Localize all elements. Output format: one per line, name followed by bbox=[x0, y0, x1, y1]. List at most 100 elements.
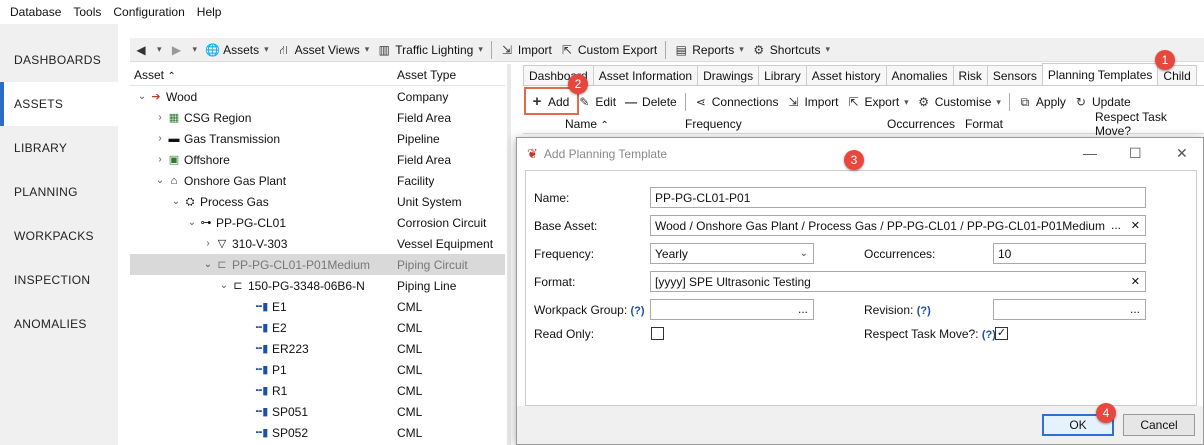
collapse-arrow-icon[interactable]: › bbox=[154, 154, 166, 165]
browse-button[interactable]: ... bbox=[1130, 302, 1140, 316]
sidebar-item-planning[interactable]: PLANNING bbox=[0, 170, 118, 214]
frequency-select[interactable]: Yearly ⌄ bbox=[650, 243, 814, 264]
tab-sensors[interactable]: Sensors bbox=[986, 65, 1043, 85]
shortcuts-label: Shortcuts bbox=[769, 42, 821, 57]
collapse-arrow-icon[interactable]: › bbox=[154, 133, 166, 144]
name-label: Name: bbox=[534, 191, 570, 205]
occurrences-field[interactable]: 10 bbox=[993, 243, 1146, 264]
expand-arrow-icon[interactable]: ⌄ bbox=[136, 91, 148, 102]
shortcuts-button[interactable]: ⚙ Shortcuts ▾ bbox=[748, 39, 834, 61]
sidebar-item-dashboards[interactable]: DASHBOARDS bbox=[0, 38, 118, 82]
sidebar-item-inspection[interactable]: INSPECTION bbox=[0, 258, 118, 302]
tree-row[interactable]: ╍▮ ER223 CML bbox=[130, 338, 505, 359]
tree-row[interactable]: ╍▮ R1 CML bbox=[130, 380, 505, 401]
expand-arrow-icon[interactable]: ⌄ bbox=[154, 175, 166, 186]
browse-button[interactable]: ... bbox=[798, 302, 808, 316]
tree-row[interactable]: ╍▮ SP052 CML bbox=[130, 422, 505, 443]
tab-asset-information[interactable]: Asset Information bbox=[592, 65, 699, 85]
refresh-icon: ↻ bbox=[1075, 95, 1086, 109]
column-occurrences-header[interactable]: Occurrences bbox=[887, 117, 955, 131]
minimize-button[interactable]: — bbox=[1083, 145, 1097, 161]
tree-row[interactable]: ╍▮ E2 CML bbox=[130, 317, 505, 338]
menu-tools[interactable]: Tools bbox=[73, 5, 101, 19]
tab-anomalies[interactable]: Anomalies bbox=[885, 65, 954, 85]
collapse-arrow-icon[interactable]: › bbox=[154, 112, 166, 123]
customise-label: Customise bbox=[934, 95, 992, 109]
splitter[interactable] bbox=[507, 64, 511, 445]
tree-row[interactable]: ╍▮ SP051 CML bbox=[130, 401, 505, 422]
column-asset-type-header[interactable]: Asset Type bbox=[393, 68, 456, 82]
workpack-group-field[interactable]: ... bbox=[650, 299, 814, 320]
revision-field[interactable]: ... bbox=[993, 299, 1146, 320]
traffic-lighting-button[interactable]: ▥ Traffic Lighting ▾ bbox=[373, 39, 487, 61]
maximize-button[interactable]: ☐ bbox=[1129, 145, 1142, 162]
tree-row[interactable]: ⌄ ⌂ Onshore Gas Plant Facility bbox=[130, 170, 505, 191]
custom-export-button[interactable]: ⇱ Custom Export bbox=[556, 39, 661, 61]
tree-row[interactable]: › ▣ Offshore Field Area bbox=[130, 149, 505, 170]
respect-task-move-checkbox[interactable]: ✓ bbox=[995, 327, 1008, 340]
menu-database[interactable]: Database bbox=[10, 5, 61, 19]
import-button[interactable]: ⇲ Import bbox=[782, 91, 842, 113]
tab-library[interactable]: Library bbox=[758, 65, 807, 85]
tab-asset-history[interactable]: Asset history bbox=[805, 65, 887, 85]
tree-row[interactable]: › ▦ CSG Region Field Area bbox=[130, 107, 505, 128]
import-button[interactable]: ⇲ Import bbox=[496, 39, 556, 61]
help-icon[interactable]: (?) bbox=[631, 305, 645, 317]
tree-row[interactable]: ⌄ ⊏ 150-PG-3348-06B6-N Piping Line bbox=[130, 275, 505, 296]
name-field[interactable]: PP-PG-CL01-P01 bbox=[650, 187, 1146, 208]
asset-views-button[interactable]: ⛙ Asset Views ▾ bbox=[273, 39, 374, 61]
cml-icon: ╍▮ bbox=[255, 300, 269, 313]
collapse-arrow-icon[interactable]: › bbox=[202, 238, 214, 249]
expand-arrow-icon[interactable]: ⌄ bbox=[218, 280, 230, 291]
tree-row[interactable]: ⌄ ⛭ Process Gas Unit System bbox=[130, 191, 505, 212]
sidebar-item-assets[interactable]: ASSETS bbox=[0, 82, 118, 126]
tree-row[interactable]: › ▽ 310-V-303 Vessel Equipment bbox=[130, 233, 505, 254]
sidebar-item-anomalies[interactable]: ANOMALIES bbox=[0, 302, 118, 346]
sidebar-item-library[interactable]: LIBRARY bbox=[0, 126, 118, 170]
connections-button[interactable]: ⋖ Connections bbox=[690, 91, 783, 113]
cml-icon: ╍▮ bbox=[255, 321, 269, 334]
close-button[interactable]: ✕ bbox=[1176, 145, 1188, 162]
tab-risk[interactable]: Risk bbox=[952, 65, 988, 85]
read-only-checkbox[interactable] bbox=[651, 327, 664, 340]
tree-row[interactable]: ╍▮ E1 CML bbox=[130, 296, 505, 317]
column-format-header[interactable]: Format bbox=[965, 117, 1003, 131]
reports-button[interactable]: ▤ Reports ▾ bbox=[670, 39, 748, 61]
assets-button[interactable]: 🌐 Assets ▾ bbox=[201, 39, 273, 61]
forward-button[interactable]: ▶ ▾ bbox=[166, 39, 202, 61]
sidebar-item-workpacks[interactable]: WORKPACKS bbox=[0, 214, 118, 258]
column-frequency-header[interactable]: Frequency bbox=[685, 117, 742, 131]
tree-row[interactable]: ⌄ ➔ Wood Company bbox=[130, 86, 505, 107]
tree-row[interactable]: › ▬ Gas Transmission Pipeline bbox=[130, 128, 505, 149]
format-field[interactable]: [yyyy] SPE Ultrasonic Testing ✕ bbox=[650, 271, 1146, 292]
expand-arrow-icon[interactable]: ⌄ bbox=[202, 259, 214, 270]
expand-arrow-icon[interactable]: ⌄ bbox=[186, 217, 198, 228]
edit-button[interactable]: ✎ Edit bbox=[573, 91, 620, 113]
help-icon[interactable]: (?) bbox=[917, 305, 931, 317]
tree-row-name: SP052 bbox=[272, 425, 309, 440]
customise-button[interactable]: ⚙ Customise ▾ bbox=[913, 91, 1005, 113]
tab-bar: Dashboard Asset Information Drawings Lib… bbox=[523, 63, 1204, 86]
browse-button[interactable]: ... bbox=[1111, 218, 1121, 232]
cml-icon: ╍▮ bbox=[255, 342, 269, 355]
delete-button[interactable]: — Delete bbox=[620, 91, 681, 113]
tree-row-selected[interactable]: ⌄ ⊏ PP-PG-CL01-P01Medium Piping Circuit bbox=[130, 254, 505, 275]
help-icon[interactable]: (?) bbox=[982, 329, 996, 341]
back-button[interactable]: ◀ ▾ bbox=[130, 39, 166, 61]
tree-row[interactable]: ╍▮ P1 CML bbox=[130, 359, 505, 380]
tab-drawings[interactable]: Drawings bbox=[697, 65, 760, 85]
column-respect-header[interactable]: Respect Task Move? bbox=[1095, 110, 1204, 138]
apply-button[interactable]: ⧉ Apply bbox=[1014, 91, 1070, 113]
cancel-button[interactable]: Cancel bbox=[1123, 414, 1195, 436]
column-asset-header[interactable]: Asset ⌃ bbox=[130, 68, 393, 82]
tab-planning-templates[interactable]: Planning Templates bbox=[1041, 63, 1159, 85]
menu-help[interactable]: Help bbox=[197, 5, 222, 19]
menu-configuration[interactable]: Configuration bbox=[113, 5, 184, 19]
column-name-header[interactable]: Name ⌃ bbox=[565, 117, 609, 131]
expand-arrow-icon[interactable]: ⌄ bbox=[170, 196, 182, 207]
clear-icon[interactable]: ✕ bbox=[1131, 275, 1140, 288]
export-button[interactable]: ⇱ Export ▾ bbox=[842, 91, 912, 113]
tree-row[interactable]: ⌄ ⊶ PP-PG-CL01 Corrosion Circuit bbox=[130, 212, 505, 233]
clear-icon[interactable]: ✕ bbox=[1131, 219, 1140, 232]
base-asset-field[interactable]: Wood / Onshore Gas Plant / Process Gas /… bbox=[650, 215, 1146, 236]
